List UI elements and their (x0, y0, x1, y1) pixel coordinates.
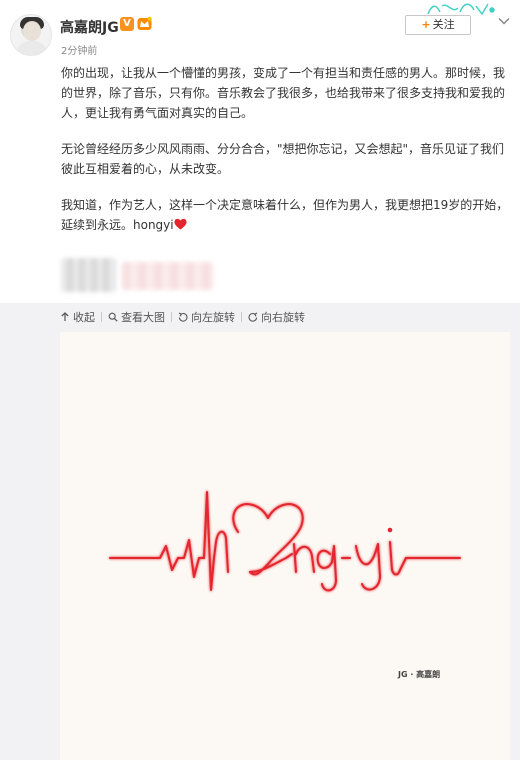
post-paragraph: 你的出现，让我从一个懵懂的男孩，变成了一个有担当和责任感的男人。那时候，我的世界… (61, 66, 506, 120)
heart-emoji-icon (174, 218, 187, 230)
blurred-image (61, 258, 116, 292)
member-crown-icon (137, 16, 152, 30)
follow-button[interactable]: + 关注 (405, 15, 471, 35)
divider (241, 312, 242, 322)
hongyi-heartbeat-graphic (109, 491, 461, 592)
blurred-image (122, 262, 214, 290)
avatar[interactable] (10, 14, 52, 56)
arrow-up-icon (61, 312, 69, 321)
rotate-left-button[interactable]: 向左旋转 (178, 309, 235, 325)
collapse-label: 收起 (73, 311, 95, 324)
post-time[interactable]: 2分钟前 (61, 42, 97, 57)
plus-icon: + (421, 18, 431, 31)
post-paragraph: 无论曾经经历多少风风雨雨、分分合合，"想把你忘记，又会想起"，音乐见证了我们彼此… (61, 142, 505, 176)
rotate-left-label: 向左旋转 (191, 311, 235, 324)
rotate-right-button[interactable]: 向右旋转 (248, 309, 305, 325)
rotate-right-label: 向右旋转 (261, 311, 305, 324)
post-header: 高嘉朗JG V 2分钟前 + 关注 (0, 0, 520, 60)
i-dot (387, 527, 393, 533)
username[interactable]: 高嘉朗JG (60, 17, 119, 37)
chevron-down-icon[interactable] (497, 14, 511, 28)
image-toolbar: 收起 查看大图 向左旋转 向右旋转 (60, 305, 305, 329)
view-large-button[interactable]: 查看大图 (108, 309, 165, 325)
rotate-right-icon (248, 312, 258, 322)
post-image[interactable]: JG · 高嘉朗 (60, 332, 510, 760)
post-paragraph-text: 我知道，作为艺人，这样一个决定意味着什么，但作为男人，我更想把19岁的开始，延续… (61, 198, 509, 232)
verified-icon: V (120, 17, 134, 31)
follow-label: 关注 (432, 18, 455, 31)
post-content: 你的出现，让我从一个懵懂的男孩，变成了一个有担当和责任感的男人。那时候，我的世界… (61, 63, 512, 251)
post-paragraph: 我知道，作为艺人，这样一个决定意味着什么，但作为男人，我更想把19岁的开始，延续… (61, 195, 512, 235)
collapse-button[interactable]: 收起 (60, 309, 95, 325)
divider (171, 312, 172, 322)
image-signature: JG · 高嘉朗 (398, 670, 441, 679)
magnifier-icon (108, 312, 118, 322)
view-large-label: 查看大图 (121, 311, 165, 324)
rotate-left-icon (178, 312, 188, 322)
divider (101, 312, 102, 322)
